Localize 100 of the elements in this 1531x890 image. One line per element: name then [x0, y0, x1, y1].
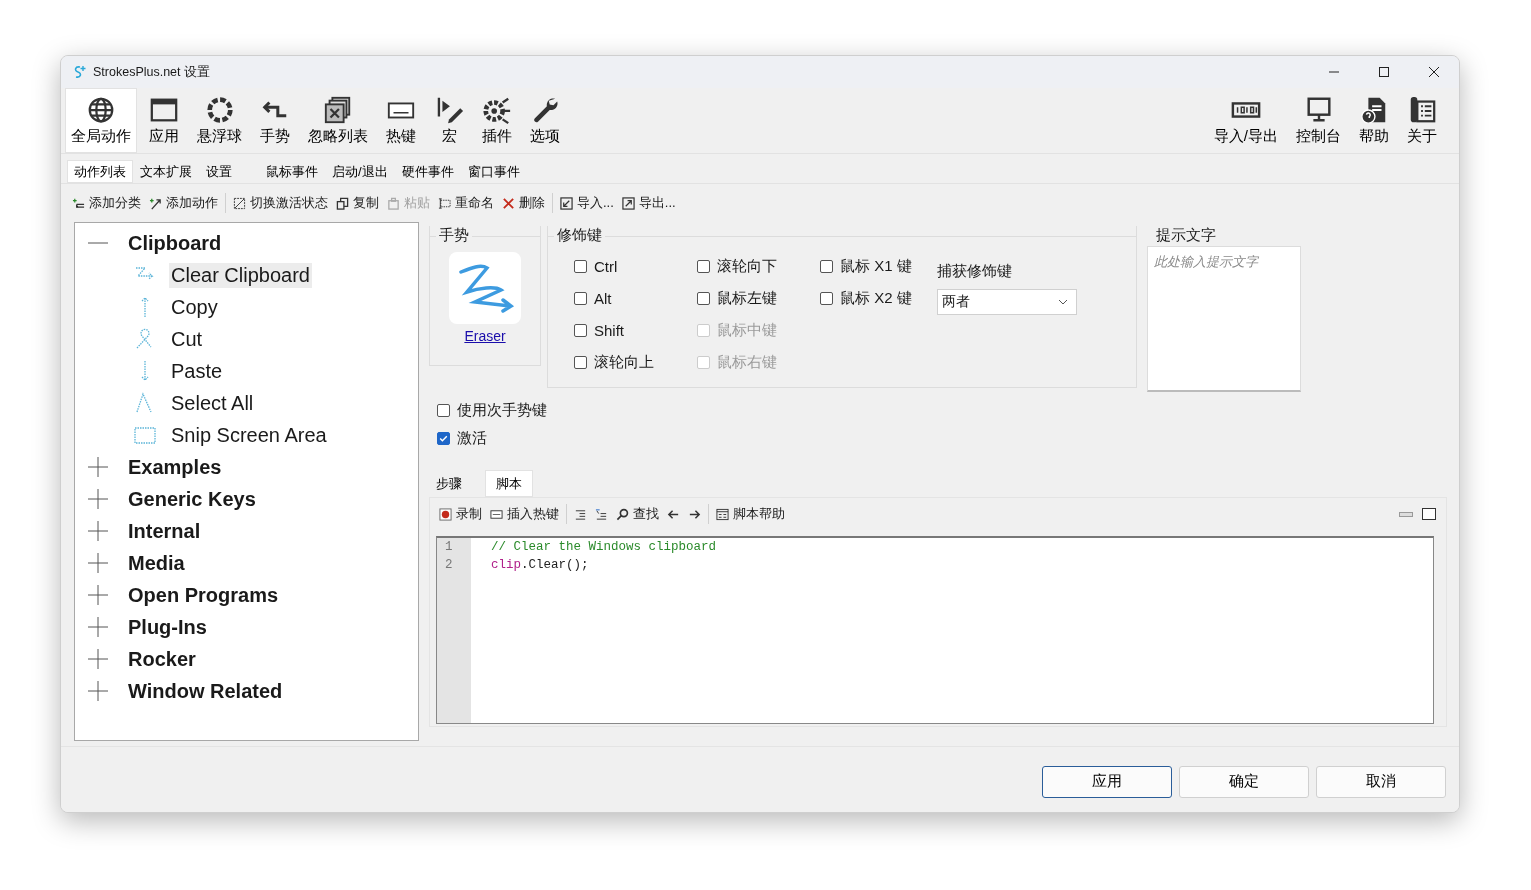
hint-text-field[interactable]: 此处输入提示文字	[1147, 246, 1301, 392]
toolbar-button[interactable]: 全局动作	[65, 88, 137, 153]
tree-item[interactable]: Cut	[169, 326, 205, 352]
toolbar-button[interactable]: 控制台	[1290, 88, 1347, 153]
stacked-windows-icon	[323, 95, 353, 125]
toolbar-button[interactable]: 宏	[428, 88, 470, 153]
tree-category[interactable]: Examples	[126, 455, 224, 479]
expand-icon[interactable]	[87, 488, 109, 510]
tab[interactable]: 文本扩展	[133, 160, 199, 183]
tree-category[interactable]: Rocker	[126, 647, 198, 671]
export-icon	[621, 196, 635, 210]
tree-category[interactable]: Window Related	[126, 679, 285, 703]
toolbar-button[interactable]: 查找	[613, 503, 662, 525]
line-number: 1	[445, 540, 454, 556]
delete-icon	[502, 196, 515, 210]
tree-item[interactable]: Copy	[169, 294, 220, 320]
import-icon	[560, 196, 573, 210]
toolbar-button[interactable]: 选项	[524, 88, 566, 153]
maximize-icon[interactable]	[1378, 66, 1390, 78]
modifier-checkbox[interactable]: 滚轮向上	[574, 352, 697, 372]
dialog-button[interactable]: 应用	[1042, 765, 1172, 798]
toolbar-button[interactable]: 关于	[1401, 88, 1443, 153]
tab[interactable]: 硬件事件	[394, 160, 461, 183]
rename-icon	[438, 196, 451, 210]
option-checkbox[interactable]: 使用次手势键	[437, 400, 1447, 420]
search-icon	[616, 507, 629, 521]
ring-icon	[204, 95, 235, 125]
maximize-panel-icon[interactable]	[1422, 508, 1436, 520]
tree-category[interactable]: Plug-Ins	[126, 615, 209, 639]
paste-icon	[387, 196, 400, 210]
expand-icon[interactable]	[87, 648, 109, 670]
add-action-icon	[149, 196, 162, 210]
globe-icon	[86, 95, 116, 125]
code-line: // Clear the Windows clipboard	[491, 540, 717, 556]
toolbar-button[interactable]: 插入热键	[487, 503, 562, 525]
toolbar-button[interactable]: 手势	[254, 88, 296, 153]
toolbar-button[interactable]: 应用	[143, 88, 185, 153]
tree-category[interactable]: Open Programs	[126, 583, 281, 607]
toolbar-button[interactable]: 添加分类	[69, 192, 144, 214]
help-window-icon	[716, 507, 729, 521]
record-icon	[439, 507, 452, 521]
toolbar-button[interactable]: 复制	[333, 192, 382, 214]
close-icon[interactable]	[1428, 66, 1440, 78]
expand-icon[interactable]	[87, 456, 109, 478]
capture-dropdown[interactable]: 两者	[937, 289, 1077, 315]
modifier-checkbox[interactable]: Alt	[574, 288, 697, 308]
modifier-checkbox[interactable]: Shift	[574, 320, 697, 340]
expand-icon[interactable]	[87, 616, 109, 638]
group-title: 手势	[436, 226, 472, 245]
modifier-checkbox[interactable]: 鼠标左键	[697, 288, 820, 308]
modifier-checkbox[interactable]: Ctrl	[574, 256, 697, 276]
tab[interactable]: 脚本	[485, 470, 533, 497]
toolbar-button[interactable]: 录制	[436, 503, 485, 525]
tree-item[interactable]: Snip Screen Area	[169, 422, 329, 448]
toolbar-button[interactable]: 重命名	[435, 192, 497, 214]
code-editor[interactable]: 1 2 // Clear the Windows clipboard clip.Clear();	[436, 536, 1434, 724]
add-category-icon	[72, 196, 85, 210]
toolbar-button[interactable]: 忽略列表	[302, 88, 374, 153]
toolbar-button[interactable]: 导入/导出	[1207, 88, 1284, 153]
tree-category[interactable]: Generic Keys	[126, 487, 258, 511]
tab[interactable]: 鼠标事件	[259, 160, 325, 183]
tab[interactable]: 启动/退出	[325, 160, 395, 183]
expand-icon[interactable]	[87, 552, 109, 574]
toolbar-button[interactable]: 脚本帮助	[713, 503, 788, 525]
tree-category[interactable]: Clipboard	[126, 231, 224, 255]
gesture-name-link[interactable]: Eraser	[464, 328, 506, 344]
capture-label: 捕获修饰键	[937, 262, 1013, 281]
keyboard-key-icon	[490, 507, 503, 521]
tab[interactable]: 设置	[199, 160, 239, 183]
window-title: StrokesPlus.net 设置	[93, 63, 210, 81]
tab[interactable]: 窗口事件	[460, 160, 527, 183]
tab[interactable]: 动作列表	[67, 160, 133, 183]
toolbar-button[interactable]: 悬浮球	[191, 88, 248, 153]
modifier-checkbox[interactable]: 滚轮向下	[697, 256, 820, 276]
tree-item[interactable]: Paste	[169, 358, 225, 384]
toolbar-button[interactable]: 插件	[476, 88, 518, 153]
toolbar-button[interactable]: 删除	[499, 192, 548, 214]
toolbar-button[interactable]: 导出...	[618, 192, 679, 214]
toolbar-button[interactable]: 切换激活状态	[230, 192, 331, 214]
tree-item[interactable]: Select All	[169, 390, 256, 416]
tree-category[interactable]: Media	[126, 551, 187, 575]
tab[interactable]: 步骤	[429, 470, 469, 497]
tree-item[interactable]: Clear Clipboard	[169, 262, 312, 288]
dialog-button[interactable]: 取消	[1316, 765, 1446, 798]
toggle-icon	[233, 196, 246, 210]
tree-category[interactable]: Internal	[126, 519, 203, 543]
code-line: clip.Clear();	[491, 558, 590, 574]
chevron-down-icon	[1058, 299, 1068, 305]
expand-icon[interactable]	[87, 680, 109, 702]
group-title: 提示文字	[1153, 226, 1219, 245]
gesture-preview-icon	[449, 252, 521, 324]
option-checkbox[interactable]: 激活	[437, 428, 1447, 448]
comment-icon	[595, 507, 608, 521]
expand-icon[interactable]	[87, 520, 109, 542]
toolbar-button[interactable]: 帮助	[1353, 88, 1395, 153]
toolbar-button[interactable]: 添加动作	[146, 192, 221, 214]
toolbar-button[interactable]: 导入...	[557, 192, 617, 214]
dialog-button[interactable]: 确定	[1179, 765, 1309, 798]
toolbar-button[interactable]: 热键	[380, 88, 422, 153]
expand-icon[interactable]	[87, 584, 109, 606]
